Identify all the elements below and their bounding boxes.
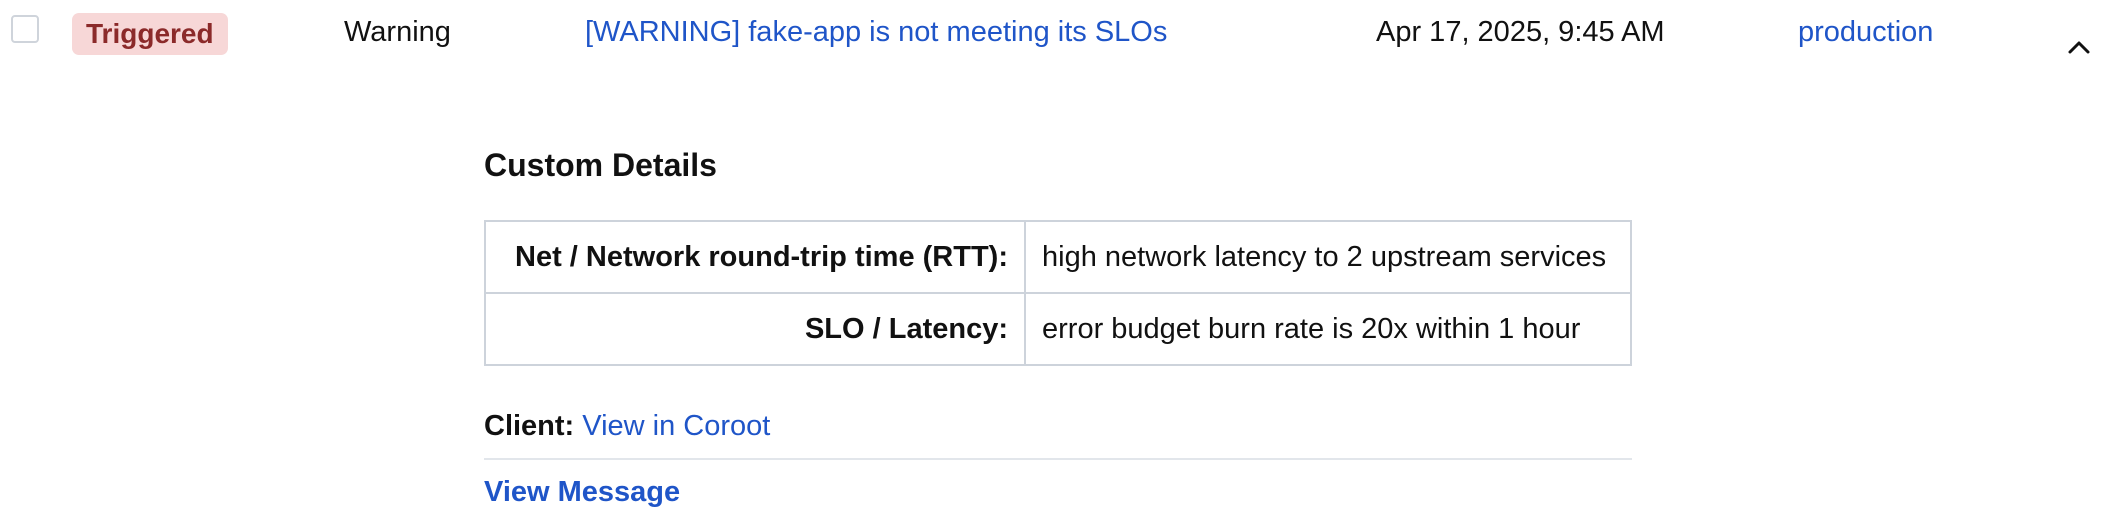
select-checkbox[interactable] xyxy=(11,15,39,43)
view-in-coroot-link[interactable]: View in Coroot xyxy=(582,410,770,442)
client-label: Client: xyxy=(484,410,575,442)
environment-link[interactable]: production xyxy=(1798,13,1933,51)
view-message-link[interactable]: View Message xyxy=(484,474,1632,510)
severity-label: Warning xyxy=(344,16,451,48)
table-row: SLO / Latency: error budget burn rate is… xyxy=(484,292,1632,366)
custom-details-table: Net / Network round-trip time (RTT): hig… xyxy=(484,220,1632,366)
alert-details-panel: Custom Details Net / Network round-trip … xyxy=(484,142,1632,510)
alert-timestamp: Apr 17, 2025, 9:45 AM xyxy=(1376,16,1665,48)
divider xyxy=(484,458,1632,460)
detail-value: error budget burn rate is 20x within 1 h… xyxy=(1024,292,1632,366)
chevron-up-icon[interactable] xyxy=(2064,36,2094,58)
detail-value: high network latency to 2 upstream servi… xyxy=(1024,220,1632,294)
client-line: Client: View in Coroot xyxy=(484,406,1632,446)
custom-details-heading: Custom Details xyxy=(484,147,717,183)
status-badge: Triggered xyxy=(72,13,228,55)
detail-key: Net / Network round-trip time (RTT): xyxy=(484,220,1026,294)
table-row: Net / Network round-trip time (RTT): hig… xyxy=(484,220,1632,294)
alert-title-link[interactable]: [WARNING] fake-app is not meeting its SL… xyxy=(585,13,1167,51)
alert-row[interactable]: Triggered Warning [WARNING] fake-app is … xyxy=(0,0,2112,70)
detail-key: SLO / Latency: xyxy=(484,292,1026,366)
